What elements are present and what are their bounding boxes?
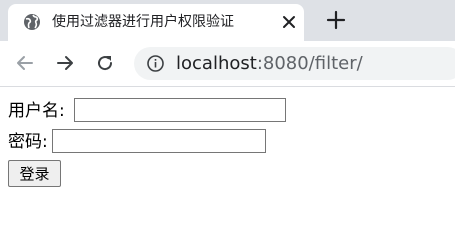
browser-chrome: 使用过滤器进行用户权限验证 localhost:8080/filter/ [0,0,455,87]
reload-icon[interactable] [95,53,115,73]
tab-strip: 使用过滤器进行用户权限验证 [0,0,455,41]
tab-title: 使用过滤器进行用户权限验证 [52,14,234,30]
close-icon[interactable] [281,14,297,30]
info-icon[interactable] [147,55,164,72]
password-label: 密码: [8,132,48,152]
browser-tab[interactable]: 使用过滤器进行用户权限验证 [8,4,304,41]
browser-toolbar: localhost:8080/filter/ [0,41,455,87]
url-text: localhost:8080/filter/ [176,52,363,75]
username-label: 用户名: [8,101,65,121]
address-bar[interactable]: localhost:8080/filter/ [134,47,455,80]
username-input[interactable] [74,98,286,122]
arrow-right-icon[interactable] [55,53,75,73]
globe-icon [23,13,41,31]
url-path: :8080/filter/ [256,53,363,74]
url-host: localhost [176,53,257,74]
password-input[interactable] [52,129,266,153]
login-button[interactable]: 登录 [8,160,61,187]
plus-icon[interactable] [326,10,346,30]
arrow-left-icon[interactable] [15,53,35,73]
